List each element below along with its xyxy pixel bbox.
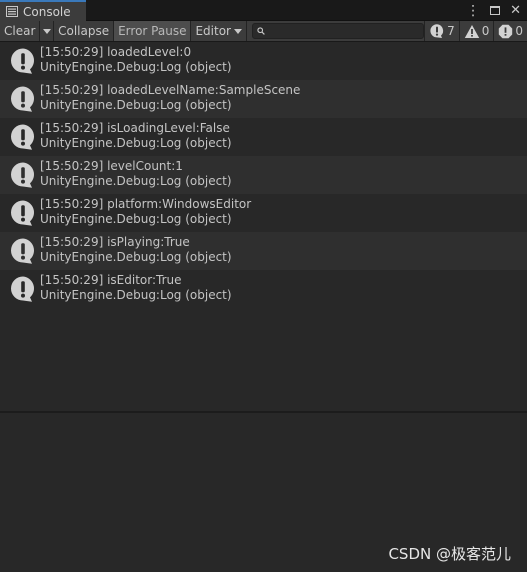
log-type-counters: 7 0 0 [424, 21, 527, 41]
info-speech-bubble-icon [11, 200, 34, 226]
more-options-icon[interactable]: ⋮ [466, 4, 480, 18]
log-list: [15:50:29] loadedLevel:0 UnityEngine.Deb… [0, 42, 527, 411]
log-entry-text: [15:50:29] isLoadingLevel:False UnityEng… [40, 121, 232, 151]
log-message: [15:50:29] isPlaying:True [40, 235, 190, 249]
tab-title: Console [23, 4, 71, 19]
info-speech-bubble-icon [11, 124, 34, 150]
warning-count-toggle[interactable]: 0 [458, 21, 494, 41]
window-tab-bar: Console ⋮ ✕ [0, 0, 527, 21]
log-entry[interactable]: [15:50:29] loadedLevelName:SampleScene U… [0, 80, 527, 118]
close-icon[interactable]: ✕ [510, 4, 521, 17]
search-input[interactable] [264, 24, 415, 38]
log-count: 7 [447, 24, 455, 38]
log-stacktrace: UnityEngine.Debug:Log (object) [40, 288, 232, 302]
log-entry-text: [15:50:29] loadedLevel:0 UnityEngine.Deb… [40, 45, 232, 75]
log-entry-text: [15:50:29] platform:WindowsEditor UnityE… [40, 197, 251, 227]
log-entry-text: [15:50:29] isEditor:True UnityEngine.Deb… [40, 273, 232, 303]
chevron-down-icon [233, 28, 242, 34]
search-field[interactable] [251, 23, 425, 39]
log-stacktrace: UnityEngine.Debug:Log (object) [40, 60, 232, 74]
log-message: [15:50:29] isLoadingLevel:False [40, 121, 230, 135]
watermark: CSDN @极客范儿 [388, 545, 511, 563]
console-list-icon [6, 6, 18, 17]
error-count: 0 [515, 24, 523, 38]
info-speech-bubble-icon [11, 276, 34, 302]
log-entry-text: [15:50:29] levelCount:1 UnityEngine.Debu… [40, 159, 232, 189]
info-speech-bubble-icon [11, 86, 34, 112]
log-message: [15:50:29] isEditor:True [40, 273, 182, 287]
window-controls: ⋮ ✕ [466, 2, 521, 19]
log-message: [15:50:29] loadedLevelName:SampleScene [40, 83, 301, 97]
log-message: [15:50:29] platform:WindowsEditor [40, 197, 252, 211]
search-icon [257, 27, 265, 35]
maximize-icon[interactable] [490, 6, 501, 15]
log-entry-text: [15:50:29] loadedLevelName:SampleScene U… [40, 83, 300, 113]
log-entry-text: [15:50:29] isPlaying:True UnityEngine.De… [40, 235, 232, 265]
warning-count: 0 [481, 24, 490, 38]
editor-dropdown-label: Editor [195, 24, 231, 38]
log-entry[interactable]: [15:50:29] levelCount:1 UnityEngine.Debu… [0, 156, 527, 194]
log-entry[interactable]: [15:50:29] isPlaying:True UnityEngine.De… [0, 232, 527, 270]
editor-target-dropdown[interactable]: Editor [191, 21, 247, 41]
info-speech-bubble-icon [11, 162, 34, 188]
clear-button[interactable]: Clear [0, 21, 41, 41]
collapse-button[interactable]: Collapse [54, 21, 115, 41]
info-speech-bubble-icon [11, 48, 34, 74]
log-message: [15:50:29] levelCount:1 [40, 159, 183, 173]
console-toolbar: Clear Collapse Error Pause Editor 7 0 0 [0, 21, 527, 42]
info-icon [430, 24, 444, 38]
error-count-toggle[interactable]: 0 [493, 21, 527, 41]
log-stacktrace: UnityEngine.Debug:Log (object) [40, 174, 232, 188]
log-stacktrace: UnityEngine.Debug:Log (object) [40, 212, 232, 226]
log-stacktrace: UnityEngine.Debug:Log (object) [40, 98, 232, 112]
log-entry[interactable]: [15:50:29] platform:WindowsEditor UnityE… [0, 194, 527, 232]
clear-options-dropdown[interactable] [40, 21, 55, 41]
log-entry[interactable]: [15:50:29] isEditor:True UnityEngine.Deb… [0, 270, 527, 308]
log-entry[interactable]: [15:50:29] isLoadingLevel:False UnityEng… [0, 118, 527, 156]
log-message: [15:50:29] loadedLevel:0 [40, 45, 192, 59]
log-stacktrace: UnityEngine.Debug:Log (object) [40, 250, 232, 264]
warning-triangle-icon [464, 24, 479, 38]
log-entry[interactable]: [15:50:29] loadedLevel:0 UnityEngine.Deb… [0, 42, 527, 80]
info-speech-bubble-icon [11, 238, 34, 264]
error-octagon-icon [499, 24, 513, 38]
log-stacktrace: UnityEngine.Debug:Log (object) [40, 136, 232, 150]
log-count-toggle[interactable]: 7 [424, 21, 459, 41]
error-pause-button[interactable]: Error Pause [114, 21, 192, 41]
chevron-down-icon [42, 28, 51, 34]
tab-console[interactable]: Console [0, 0, 86, 21]
